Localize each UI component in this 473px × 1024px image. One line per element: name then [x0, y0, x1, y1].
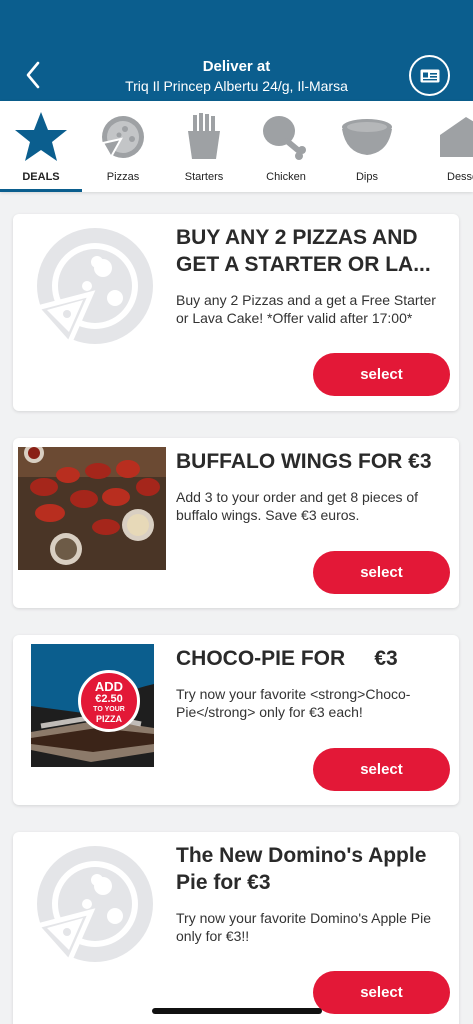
- category-bar: DEALS Pizzas Starters Chicken Dips Dess: [0, 101, 473, 192]
- cake-slice-icon: [440, 117, 473, 157]
- header-bar: Deliver at Triq Il Princep Albertu 24/g,…: [0, 0, 473, 101]
- category-label: Pizzas: [106, 171, 140, 183]
- account-button[interactable]: [409, 55, 450, 96]
- deal-image: [33, 842, 157, 966]
- deal-image: ADD €2.50 TO YOUR PIZZA: [31, 644, 154, 767]
- pizza-placeholder-icon: [33, 228, 153, 348]
- badge-line-1: ADD: [94, 679, 124, 694]
- deal-description: Try now your favorite <strong>Choco-Pie<…: [176, 686, 411, 720]
- deal-title: BUFFALO WINGS FOR €3: [176, 450, 432, 473]
- id-card-icon: [420, 69, 439, 82]
- delivery-address[interactable]: Deliver at Triq Il Princep Albertu 24/g,…: [60, 58, 413, 95]
- select-button[interactable]: select: [313, 748, 450, 791]
- badge-line-4: PIZZA: [96, 714, 122, 724]
- category-tab-dips[interactable]: Dips: [326, 101, 408, 192]
- pizza-icon: [101, 116, 144, 160]
- chevron-left-icon: [26, 61, 40, 89]
- badge-line-3: TO YOUR: [93, 706, 125, 713]
- category-label: Starters: [184, 171, 224, 183]
- address-text: Triq Il Princep Albertu 24/g, Il-Marsa: [125, 78, 348, 94]
- deals-list[interactable]: BUY ANY 2 PIZZAS AND GET A STARTER OR LA…: [0, 192, 473, 1024]
- deal-description: Buy any 2 Pizzas and a get a Free Starte…: [176, 292, 436, 326]
- back-button[interactable]: [18, 58, 48, 92]
- deal-card[interactable]: BUY ANY 2 PIZZAS AND GET A STARTER OR LA…: [13, 214, 459, 411]
- deal-image: [18, 447, 166, 570]
- deal-title: CHOCO-PIE FOR €3: [176, 647, 398, 670]
- deal-description: Try now your favorite Domino's Apple Pie…: [176, 910, 432, 944]
- category-tab-chicken[interactable]: Chicken: [245, 101, 327, 192]
- category-label: DEALS: [22, 171, 60, 183]
- category-tab-pizzas[interactable]: Pizzas: [82, 101, 164, 192]
- fries-icon: [188, 113, 220, 159]
- badge-line-2: €2.50: [95, 693, 123, 705]
- pizza-placeholder-icon: [33, 846, 153, 966]
- deal-card[interactable]: BUFFALO WINGS FOR €3 Add 3 to your order…: [13, 438, 459, 608]
- deal-description: Add 3 to your order and get 8 pieces of …: [176, 489, 419, 523]
- deal-card[interactable]: ADD €2.50 TO YOUR PIZZA CHOCO-PIE FOR €3…: [13, 635, 459, 805]
- category-tab-starters[interactable]: Starters: [163, 101, 245, 192]
- promo-badge: ADD €2.50 TO YOUR PIZZA: [78, 670, 140, 732]
- star-icon: [15, 112, 67, 161]
- select-button[interactable]: select: [313, 971, 450, 1014]
- deal-title: BUY ANY 2 PIZZAS AND GET A STARTER OR LA…: [176, 226, 431, 276]
- select-button[interactable]: select: [313, 353, 450, 396]
- deal-image: [33, 224, 157, 348]
- dip-bowl-icon: [342, 119, 392, 155]
- category-label: Desserts: [447, 171, 473, 183]
- drumstick-icon: [263, 116, 306, 160]
- select-button[interactable]: select: [313, 551, 450, 594]
- deal-card[interactable]: The New Domino's Apple Pie for €3 Try no…: [13, 832, 459, 1024]
- category-label: Dips: [355, 171, 378, 183]
- buffalo-wings-photo: [18, 447, 166, 570]
- category-tab-deals[interactable]: DEALS: [0, 101, 82, 192]
- deliver-at-label: Deliver at: [202, 58, 271, 75]
- deal-title: The New Domino's Apple Pie for €3: [176, 844, 427, 894]
- category-label: Chicken: [266, 171, 306, 183]
- category-tab-desserts[interactable]: Desserts: [407, 101, 473, 192]
- home-indicator[interactable]: [152, 1008, 322, 1014]
